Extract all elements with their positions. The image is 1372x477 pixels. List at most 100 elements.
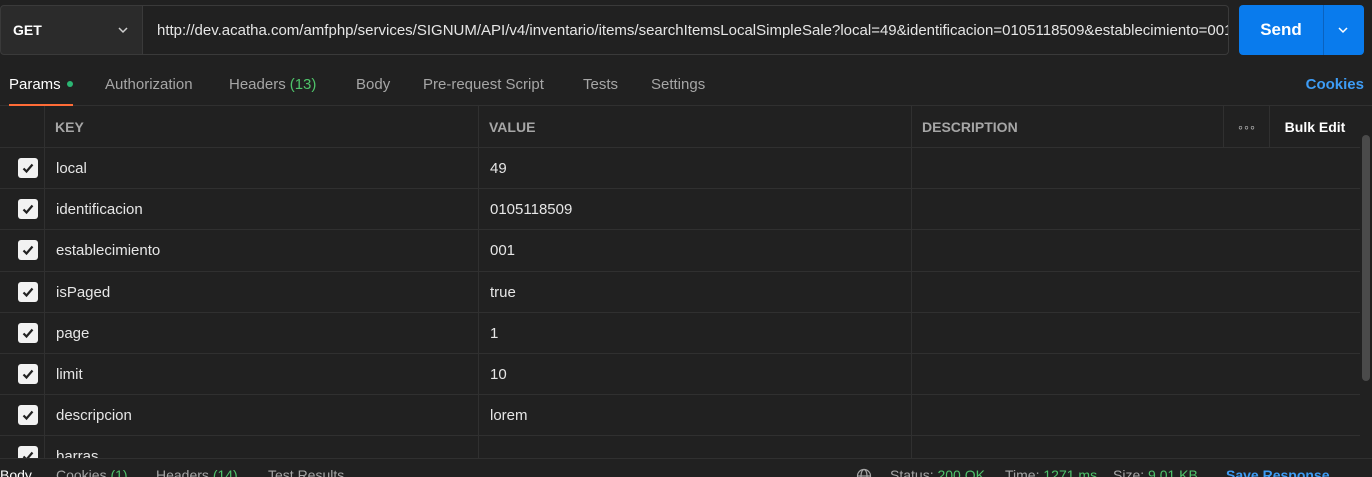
param-value-input[interactable]: 10 — [490, 354, 507, 395]
response-tab-body[interactable]: Body — [0, 467, 32, 477]
table-row: limit 10 — [0, 353, 1360, 396]
param-value-input[interactable]: lorem — [490, 395, 528, 436]
column-divider — [478, 312, 479, 354]
param-key-input[interactable]: local — [56, 148, 87, 189]
column-divider — [478, 189, 479, 231]
response-size: Size: 9.01 KB — [1113, 467, 1198, 477]
param-value-input[interactable]: 1 — [490, 313, 498, 354]
param-description-input[interactable] — [922, 189, 1352, 230]
table-row: local 49 — [0, 148, 1360, 190]
checkmark-icon — [22, 246, 34, 256]
table-row: page 1 — [0, 312, 1360, 354]
send-label: Send — [1260, 20, 1302, 39]
param-value-input[interactable]: 0105118509 — [490, 189, 572, 230]
more-options-icon[interactable]: ◦◦◦ — [1224, 106, 1270, 148]
status-value: 200 OK — [937, 467, 985, 477]
cookies-link[interactable]: Cookies — [1306, 62, 1364, 106]
column-divider[interactable] — [478, 106, 479, 148]
response-tab-cookies[interactable]: Cookies (1) — [56, 467, 128, 477]
param-value-input[interactable]: 49 — [490, 148, 507, 189]
tab-settings-label: Settings — [651, 75, 706, 93]
param-key-input[interactable]: limit — [56, 354, 83, 395]
tab-headers[interactable]: Headers (13) — [229, 62, 316, 106]
bulk-edit-button[interactable]: Bulk Edit — [1270, 106, 1360, 148]
param-description-input[interactable] — [922, 395, 1352, 436]
response-tab-cookies-label: Cookies — [56, 467, 107, 477]
response-tab-headers-label: Headers — [156, 467, 209, 477]
save-response-button[interactable]: Save Response — [1226, 467, 1330, 477]
column-divider — [478, 353, 479, 395]
params-table: KEY VALUE DESCRIPTION ◦◦◦ Bulk Edit loca… — [0, 106, 1360, 477]
param-key-input[interactable]: establecimiento — [56, 230, 160, 271]
column-divider — [44, 106, 45, 148]
column-header-value: VALUE — [489, 119, 536, 135]
column-divider — [44, 271, 45, 313]
tab-authorization[interactable]: Authorization — [105, 62, 193, 106]
column-divider[interactable] — [911, 106, 912, 148]
column-divider — [911, 353, 912, 395]
column-divider — [478, 148, 479, 189]
param-description-input[interactable] — [922, 148, 1352, 189]
request-bar: GET http://dev.acatha.com/amfphp/service… — [0, 0, 1372, 60]
vertical-scrollbar[interactable] — [1362, 135, 1370, 381]
checkmark-icon — [22, 328, 34, 338]
row-enabled-checkbox[interactable] — [18, 240, 38, 261]
row-enabled-checkbox[interactable] — [18, 158, 38, 178]
column-divider — [44, 353, 45, 395]
column-header-key: KEY — [55, 119, 84, 135]
tab-settings[interactable]: Settings — [651, 62, 705, 106]
chevron-down-icon[interactable] — [1336, 23, 1350, 37]
table-body: local 49 identificacion 0105118509 estableci… — [0, 148, 1360, 477]
size-label: Size: — [1113, 467, 1145, 477]
param-description-input[interactable] — [922, 313, 1352, 354]
row-enabled-checkbox[interactable] — [18, 322, 38, 343]
tab-prerequest-script[interactable]: Pre-request Script — [423, 62, 544, 106]
time-value: 1271 ms — [1043, 467, 1098, 477]
tab-body-label: Body — [356, 75, 391, 93]
url-input[interactable]: http://dev.acatha.com/amfphp/services/SI… — [143, 5, 1229, 55]
method-label: GET — [13, 22, 42, 38]
column-divider — [44, 230, 45, 272]
response-headers-count: (14) — [212, 467, 238, 477]
column-divider — [911, 230, 912, 272]
tab-tests[interactable]: Tests — [583, 62, 618, 106]
tab-prerequest-label: Pre-request Script — [423, 75, 544, 93]
size-value: 9.01 KB — [1148, 467, 1198, 477]
checkmark-icon — [22, 163, 34, 174]
tab-headers-count: (13) — [289, 75, 317, 93]
param-key-input[interactable]: page — [56, 313, 89, 354]
table-row: establecimiento 001 — [0, 230, 1360, 272]
column-divider — [911, 148, 912, 189]
response-tab-test-results[interactable]: Test Results — [268, 467, 344, 477]
row-enabled-checkbox[interactable] — [18, 405, 38, 426]
row-enabled-checkbox[interactable] — [18, 281, 38, 302]
send-button[interactable]: Send — [1239, 5, 1364, 55]
column-divider — [44, 395, 45, 437]
tab-params[interactable]: Params — [9, 62, 73, 106]
column-divider — [44, 189, 45, 231]
param-value-input[interactable]: true — [490, 272, 516, 313]
param-key-input[interactable]: identificacion — [56, 189, 143, 230]
row-enabled-checkbox[interactable] — [18, 363, 38, 384]
column-divider — [44, 148, 45, 189]
param-key-input[interactable]: descripcion — [56, 395, 132, 436]
time-label: Time: — [1005, 467, 1040, 477]
method-select[interactable]: GET — [0, 5, 143, 55]
tab-body[interactable]: Body — [356, 62, 390, 106]
chevron-down-icon — [118, 27, 128, 34]
globe-icon[interactable] — [856, 468, 872, 477]
param-description-input[interactable] — [922, 354, 1352, 395]
param-key-input[interactable]: isPaged — [56, 272, 110, 313]
param-description-input[interactable] — [922, 272, 1352, 313]
request-tabs: Params Authorization Headers (13) Body P… — [0, 62, 1372, 106]
response-tab-headers[interactable]: Headers (14) — [156, 467, 238, 477]
column-divider — [44, 312, 45, 354]
param-value-input[interactable]: 001 — [490, 230, 515, 271]
params-active-dot-icon — [66, 81, 73, 87]
response-status: Status: 200 OK — [890, 467, 985, 477]
param-description-input[interactable] — [922, 230, 1352, 271]
response-cookies-count: (1) — [110, 467, 128, 477]
row-enabled-checkbox[interactable] — [18, 199, 38, 220]
tab-headers-label: Headers — [229, 75, 286, 93]
column-header-description: DESCRIPTION — [922, 119, 1018, 135]
